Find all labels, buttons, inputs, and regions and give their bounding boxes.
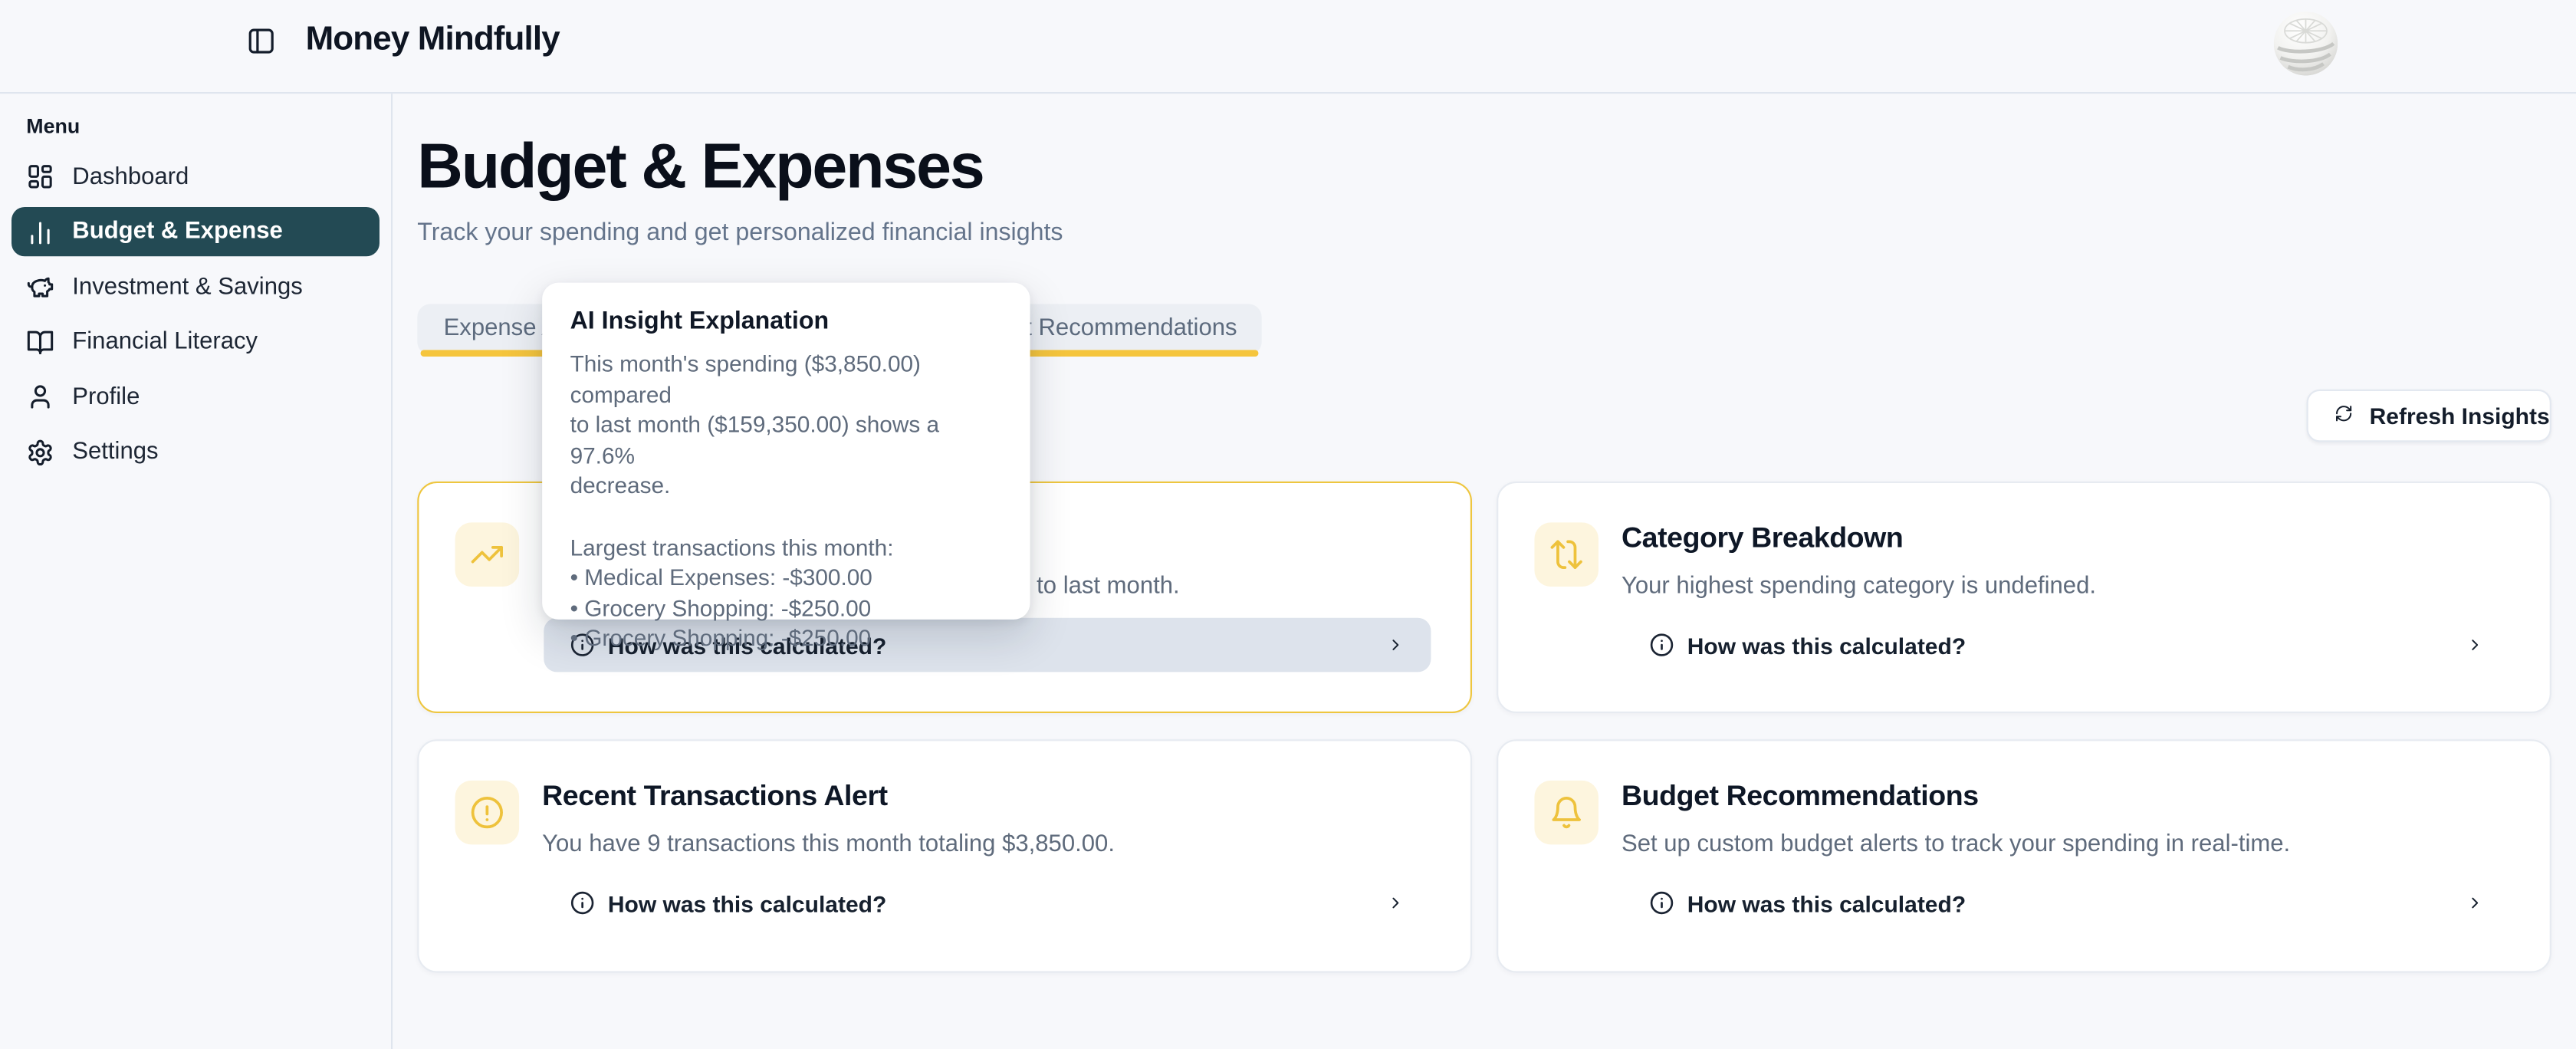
- sidebar-item-label: Financial Literacy: [72, 329, 258, 355]
- how-calculated-link[interactable]: How was this calculated?: [1623, 876, 2510, 930]
- main-content: Budget & Expenses Track your spending an…: [392, 93, 2576, 1049]
- card-description: You have 9 transactions this month total…: [542, 831, 1115, 857]
- sidebar-item-dashboard[interactable]: Dashboard: [12, 152, 379, 201]
- alert-circle-icon: [455, 781, 520, 845]
- app-title: Money Mindfully: [306, 20, 560, 59]
- sidebar-item-financial-literacy[interactable]: Financial Literacy: [12, 317, 379, 367]
- card-title: Budget Recommendations: [1622, 779, 1979, 814]
- card-description: Your highest spending category is undefi…: [1622, 574, 2096, 600]
- sidebar-item-profile[interactable]: Profile: [12, 372, 379, 421]
- bar-chart-icon: [26, 218, 54, 245]
- card-budget-recommendations: Budget Recommendations Set up custom bud…: [1497, 739, 2551, 972]
- sidebar-item-label: Investment & Savings: [72, 274, 303, 300]
- info-icon: [1649, 633, 1674, 657]
- sidebar-menu-label: Menu: [26, 114, 80, 137]
- tooltip-body: This month's spending ($3,850.00) compar…: [570, 348, 1003, 653]
- chevron-right-icon: [2466, 894, 2484, 913]
- sidebar-item-budget-expense[interactable]: Budget & Expense: [12, 207, 379, 256]
- card-title: Recent Transactions Alert: [542, 779, 888, 814]
- card-description-fragment: to last month.: [1037, 574, 1180, 600]
- open-book-icon: [26, 328, 54, 356]
- dashboard-grid-icon: [26, 163, 54, 190]
- page-title: Budget & Expenses: [417, 130, 983, 202]
- info-icon: [570, 890, 595, 915]
- refresh-insights-label: Refresh Insights: [2370, 403, 2550, 429]
- sidebar-item-label: Dashboard: [72, 163, 189, 189]
- card-title: Category Breakdown: [1622, 521, 1903, 555]
- refresh-insights-button[interactable]: Refresh Insights: [2307, 390, 2551, 442]
- card-description: Set up custom budget alerts to track you…: [1622, 831, 2290, 857]
- sidebar-item-investment-savings[interactable]: Investment & Savings: [12, 262, 379, 311]
- info-icon: [1649, 890, 1674, 915]
- repeat-icon: [1534, 522, 1598, 587]
- sidebar-nav: Dashboard Budget & Expense Investment & …: [0, 152, 390, 482]
- chevron-right-icon: [1387, 894, 1405, 913]
- sidebar: Menu Dashboard Budget & Expense Investme…: [0, 93, 392, 1049]
- tooltip-title: AI Insight Explanation: [570, 307, 1003, 335]
- refresh-icon: [2334, 404, 2353, 427]
- sidebar-item-label: Budget & Expense: [72, 219, 283, 245]
- top-header: Money Mindfully: [0, 0, 2576, 93]
- user-icon: [26, 383, 54, 410]
- bell-icon: [1534, 781, 1598, 845]
- how-calculated-label: How was this calculated?: [1687, 890, 1966, 916]
- how-calculated-link[interactable]: How was this calculated?: [544, 876, 1431, 930]
- card-recent-transactions-alert: Recent Transactions Alert You have 9 tra…: [417, 739, 1472, 972]
- trending-up-icon: [455, 522, 520, 587]
- sidebar-toggle-icon[interactable]: [246, 26, 276, 56]
- sidebar-item-settings[interactable]: Settings: [12, 427, 379, 476]
- app-window: Money Mindfully: [0, 0, 2576, 1049]
- page-subtitle: Track your spending and get personalized…: [417, 218, 1063, 245]
- piggy-bank-icon: [26, 273, 54, 301]
- how-calculated-label: How was this calculated?: [1687, 632, 1966, 658]
- gear-icon: [26, 438, 54, 465]
- ai-insight-tooltip: AI Insight Explanation This month's spen…: [542, 283, 1030, 620]
- how-calculated-label: How was this calculated?: [608, 890, 886, 916]
- card-category-breakdown: Category Breakdown Your highest spending…: [1497, 482, 2551, 713]
- how-calculated-link[interactable]: How was this calculated?: [1623, 618, 2510, 672]
- avatar[interactable]: [2274, 12, 2338, 76]
- chevron-right-icon: [2466, 636, 2484, 654]
- chevron-right-icon: [1387, 636, 1405, 654]
- sidebar-item-label: Settings: [72, 439, 158, 465]
- sidebar-item-label: Profile: [72, 383, 140, 409]
